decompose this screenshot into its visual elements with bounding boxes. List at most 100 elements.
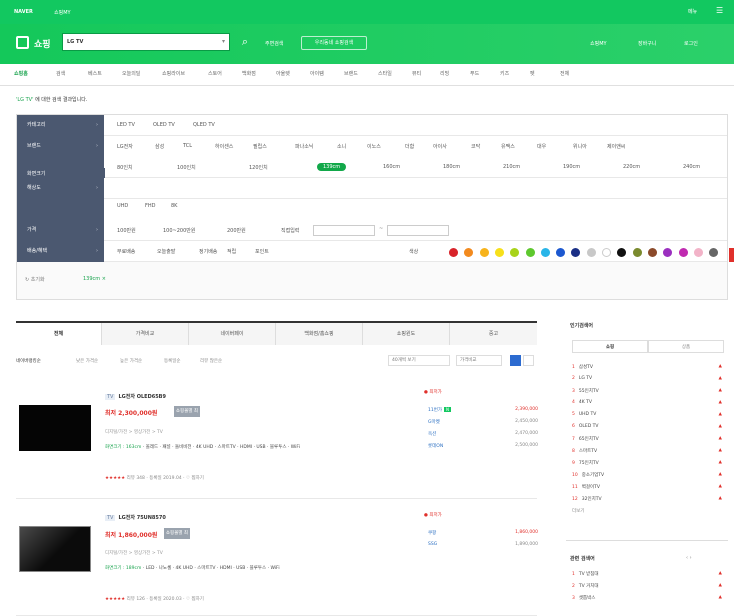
ranking-item[interactable]: 2 LG TV ▲ [572,376,722,381]
filter-option[interactable]: 100인치 [177,164,196,171]
product-image[interactable] [19,405,91,451]
filter-option[interactable]: LG전자 [117,143,133,150]
grid-view-icon[interactable] [523,355,534,366]
filter-option[interactable]: 240cm [683,164,700,170]
nav-item[interactable]: 푸드 [470,70,479,77]
filter-option[interactable]: UHD [117,203,128,209]
filter-option[interactable]: 오늘출발 [157,248,175,255]
filter-option[interactable]: 코닥 [471,143,480,150]
nav-item[interactable]: 키즈 [500,70,509,77]
ranking-item[interactable]: 6 OLED TV ▲ [572,424,722,429]
menu-icon[interactable]: ☰ [716,6,723,15]
nav-item[interactable]: 아이템 [310,70,324,77]
ranking-tab-shopping[interactable]: 쇼핑 [572,340,648,353]
color-swatch[interactable] [693,248,703,257]
page-size-select[interactable]: 40개씩 보기 [388,355,450,366]
filter-option[interactable]: 이노스 [367,143,381,150]
filter-option[interactable]: 직접입력 [281,227,299,234]
color-swatch[interactable] [663,248,673,257]
sort-option[interactable]: 낮은 가격순 [76,358,98,364]
nav-item[interactable]: 오늘의딜 [122,70,140,77]
near-search-link[interactable]: 주변검색 [265,40,283,47]
reset-filter-button[interactable]: ↻ 초기화 [25,276,45,283]
sort-option[interactable]: 리뷰 많은순 [200,358,222,364]
wish-button[interactable]: 찜하기 [191,597,203,602]
filter-option[interactable]: 정기배송 [199,248,217,255]
product-title[interactable]: TV LG전자 OLED65B9 [105,393,166,400]
filter-label-size[interactable]: 화면크기 [17,168,105,178]
related-item[interactable]: 3 셋톱박스 ▲ [572,595,722,601]
filter-option[interactable]: 160cm [383,164,400,170]
color-swatch[interactable] [540,248,550,257]
filter-option[interactable]: 삼성 [155,143,164,150]
tab-used[interactable]: 중고 [450,323,537,345]
filter-option[interactable]: 위니아 [573,143,587,150]
ranking-item[interactable]: 5 UHD TV ▲ [572,412,722,417]
autocomplete-toggle-icon[interactable]: ▾ [222,38,225,45]
filter-option[interactable]: 200만원 [227,227,246,234]
filter-option[interactable]: 120인치 [249,164,268,171]
color-swatch[interactable] [494,248,504,257]
ranking-item[interactable]: 11 벽걸이TV ▲ [572,484,722,490]
color-swatch[interactable] [602,248,611,257]
nav-item[interactable]: 브랜드 [344,70,358,77]
filter-option[interactable]: OLED TV [153,122,175,128]
selected-filter-chip[interactable]: 139cm × [83,276,106,282]
filter-option[interactable]: 제이앤씨 [607,143,625,150]
ranking-more-link[interactable]: 더보기 [572,508,584,514]
color-swatch[interactable] [586,248,596,257]
filter-label[interactable]: 가격 › [17,220,104,241]
filter-option[interactable]: 220cm [623,164,640,170]
filter-option-active[interactable]: 139cm [317,163,347,171]
mall-row[interactable]: SSG 1,890,000 [428,542,538,547]
tab-price-compare[interactable]: 가격비교 [102,323,189,345]
tab-department[interactable]: 백화점/홈쇼핑 [276,323,363,345]
wish-button[interactable]: 찜하기 [191,476,203,481]
nav-item[interactable]: 펫 [530,70,535,77]
search-icon[interactable]: ⌕ [234,33,256,51]
price-min-input[interactable] [313,225,375,236]
nav-item[interactable]: 스타일 [378,70,392,77]
nav-item[interactable]: 스토어 [208,70,222,77]
scroll-tab[interactable] [729,248,734,262]
compare-button[interactable]: 쇼핑몰별 최저가 [174,406,200,425]
filter-option[interactable]: 소니 [337,143,346,150]
filter-option[interactable]: 아이사 [433,143,447,150]
filter-option[interactable]: 100~200만원 [163,227,195,234]
ranking-item[interactable]: 1 삼성TV ▲ [572,364,722,370]
product-category[interactable]: 디지털/가전 > 영상가전 > TV [105,550,163,556]
nav-item[interactable]: 쇼핑홈 [14,70,28,77]
filter-option[interactable]: 포인트 [255,248,269,255]
nearby-shopping-button[interactable]: 우리동네 쇼핑검색 [301,36,367,50]
nav-item[interactable]: 쇼핑라이브 [162,70,185,77]
nav-item[interactable]: 검색 [56,70,65,77]
cart-link[interactable]: 장바구니 [638,40,656,47]
filter-option[interactable]: 210cm [503,164,520,170]
color-swatch[interactable] [617,248,627,257]
filter-option[interactable]: QLED TV [193,122,215,128]
nav-item[interactable]: 리빙 [440,70,449,77]
color-swatch[interactable] [449,248,458,257]
ranking-item[interactable]: 12 32인치TV ▲ [572,496,722,502]
color-swatch[interactable] [632,248,642,257]
nav-item[interactable]: 아울렛 [276,70,290,77]
related-item[interactable]: 2 TV 거치대 ▲ [572,583,722,589]
shopping-logo-icon[interactable] [16,36,29,49]
mall-row[interactable]: G마켓 2,450,000 [428,419,538,425]
color-swatch[interactable] [571,248,581,257]
filter-option[interactable]: 적립 [227,248,236,255]
product-image[interactable] [19,526,91,572]
filter-label[interactable]: 배송/혜택 › [17,241,104,262]
filter-option[interactable]: 190cm [563,164,580,170]
filter-option[interactable]: 필립스 [253,143,267,150]
filter-option[interactable]: 80인치 [117,164,133,171]
mall-row[interactable]: 롯데ON 2,500,000 [428,443,538,449]
sort-option[interactable]: 등록일순 [164,358,181,364]
ranking-item[interactable]: 7 65인치TV ▲ [572,436,722,442]
naver-link[interactable]: NAVER [14,9,33,15]
color-swatch[interactable] [479,248,489,257]
sort-option[interactable]: 네이버랭킹순 [16,358,41,364]
product-category[interactable]: 디지털/가전 > 영상가전 > TV [105,429,163,435]
filter-option[interactable]: 파나소닉 [295,143,313,150]
view-filter-select[interactable]: 가격비교 [456,355,502,366]
